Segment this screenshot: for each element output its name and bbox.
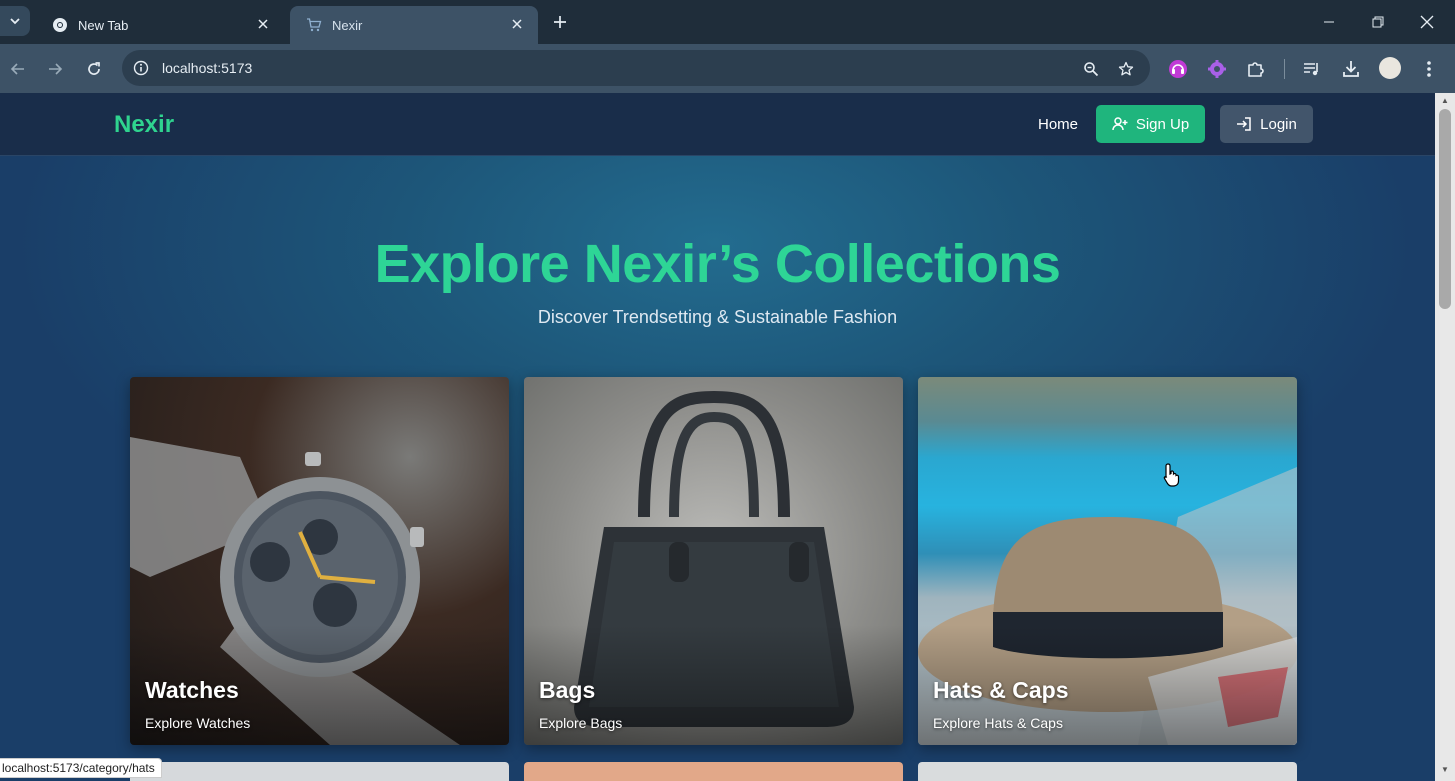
address-bar[interactable]: localhost:5173 (122, 50, 1150, 86)
toolbar-divider (1284, 59, 1285, 79)
profile-avatar[interactable] (1379, 57, 1401, 79)
url-text[interactable]: localhost:5173 (162, 60, 252, 76)
close-window-button[interactable] (1413, 8, 1441, 36)
status-bar-url: localhost:5173/category/hats (0, 758, 162, 778)
browser-toolbar: localhost:5173 (0, 44, 1455, 93)
close-icon (1420, 15, 1434, 29)
login-button[interactable]: Login (1220, 105, 1313, 143)
media-controls-icon[interactable] (1299, 56, 1325, 82)
extension-headset-icon[interactable] (1165, 56, 1191, 82)
extension-gear-icon[interactable] (1204, 56, 1230, 82)
site-header: Nexir Home Sign Up Login (0, 93, 1435, 156)
close-icon[interactable] (254, 15, 272, 33)
chevron-down-icon (10, 18, 20, 25)
chrome-icon (53, 18, 67, 32)
reload-button[interactable] (79, 54, 109, 84)
plus-icon (554, 16, 566, 28)
new-tab-button[interactable] (548, 10, 572, 34)
hand-cursor-icon (1163, 463, 1180, 487)
tab-new-tab[interactable]: New Tab (36, 6, 284, 44)
brand-logo[interactable]: Nexir (114, 111, 174, 139)
hero-title: Explore Nexir’s Collections (374, 234, 1061, 294)
tab-title: Nexir (332, 17, 363, 33)
signup-button[interactable]: Sign Up (1096, 105, 1205, 143)
card-explore-link[interactable]: Explore Bags (539, 715, 622, 731)
login-icon (1237, 117, 1251, 131)
tab-title: New Tab (78, 17, 129, 33)
card-title: Watches (145, 677, 239, 703)
restore-button[interactable] (1364, 8, 1392, 36)
cart-icon (307, 18, 322, 32)
bookmark-star-icon[interactable] (1115, 58, 1137, 80)
category-card-partial[interactable] (918, 762, 1297, 781)
scroll-thumb[interactable] (1439, 109, 1451, 309)
hero-subtitle: Discover Trendsetting & Sustainable Fash… (537, 307, 898, 327)
arrow-right-icon (49, 63, 63, 75)
scroll-up-icon[interactable]: ▲ (1439, 96, 1451, 106)
arrow-left-icon (10, 63, 24, 75)
close-icon[interactable] (508, 15, 526, 33)
card-title: Hats & Caps (933, 677, 1069, 703)
page-scrollbar[interactable]: ▲ ▼ (1435, 93, 1455, 781)
category-card-partial[interactable] (524, 762, 903, 781)
user-plus-icon (1112, 117, 1128, 131)
scroll-down-icon[interactable]: ▼ (1439, 765, 1451, 775)
download-icon[interactable] (1338, 56, 1364, 82)
card-explore-link[interactable]: Explore Watches (145, 715, 250, 731)
page-viewport: Nexir Home Sign Up Login Explore Nexir’s… (0, 93, 1435, 781)
card-explore-link[interactable]: Explore Hats & Caps (933, 715, 1063, 731)
site-info-icon[interactable] (132, 59, 150, 77)
reload-icon (88, 62, 100, 75)
login-label: Login (1260, 115, 1297, 133)
category-card-bags[interactable]: Bags Explore Bags (524, 377, 903, 745)
more-menu-icon[interactable] (1416, 56, 1442, 82)
category-card-watches[interactable]: Watches Explore Watches (130, 377, 509, 745)
extensions-puzzle-icon[interactable] (1243, 56, 1269, 82)
minimize-button[interactable] (1315, 8, 1343, 36)
category-card-partial[interactable] (130, 762, 509, 781)
card-title: Bags (539, 677, 596, 703)
forward-button[interactable] (40, 54, 70, 84)
restore-icon (1372, 16, 1384, 28)
zoom-icon[interactable] (1080, 58, 1102, 80)
minimize-icon (1324, 21, 1334, 23)
category-card-hats[interactable]: Hats & Caps Explore Hats & Caps (918, 377, 1297, 745)
tab-nexir[interactable]: Nexir (290, 6, 538, 44)
browser-tab-bar: New Tab Nexir (0, 0, 1455, 44)
nav-home-link[interactable]: Home (1038, 116, 1078, 133)
signup-label: Sign Up (1135, 115, 1190, 133)
back-button[interactable] (3, 54, 33, 84)
tab-search-button[interactable] (0, 6, 30, 36)
